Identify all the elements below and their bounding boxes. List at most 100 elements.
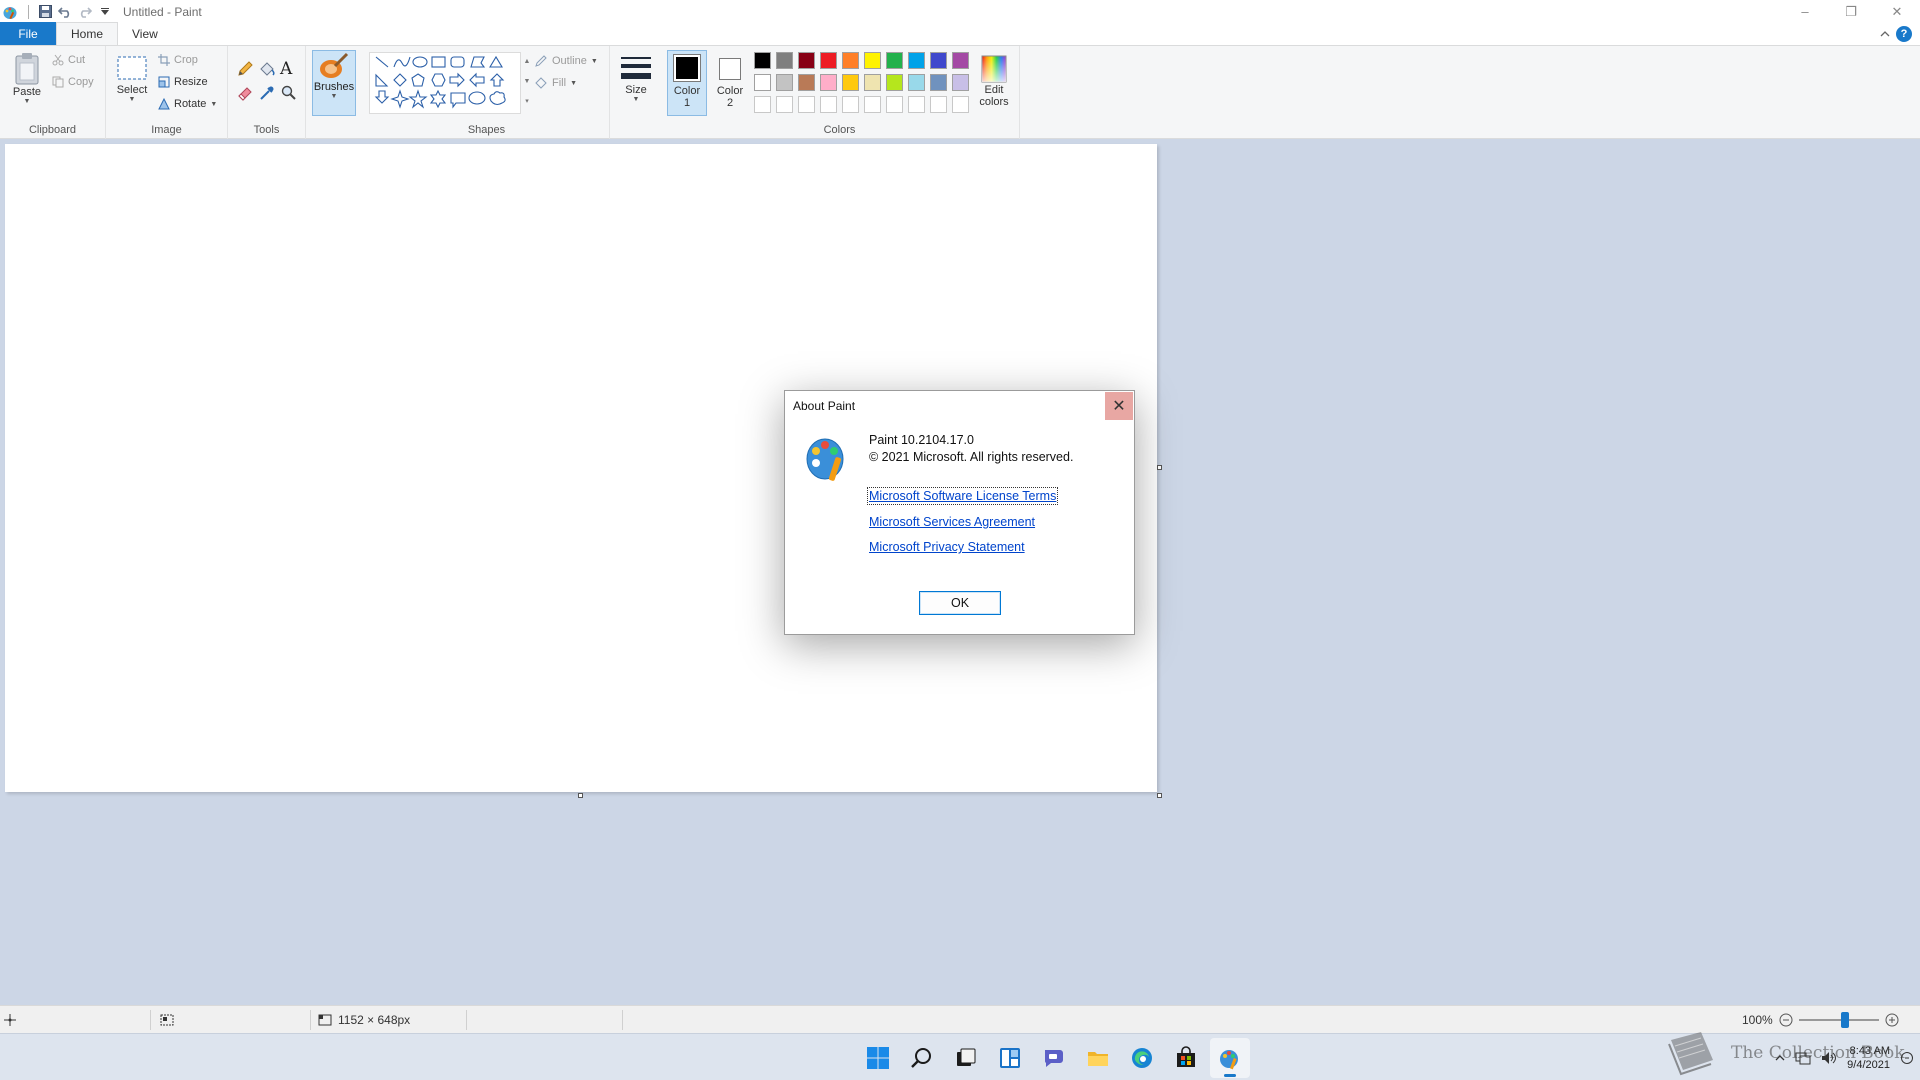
help-icon[interactable]: ? (1896, 26, 1912, 42)
color-swatch[interactable] (754, 74, 771, 91)
color-swatch[interactable] (776, 52, 793, 69)
color1-button[interactable]: Color 1 (667, 50, 707, 116)
minimize-button[interactable]: – (1782, 0, 1828, 23)
fill-button[interactable]: Fill ▼ (534, 76, 577, 90)
version-text: Paint 10.2104.17.0 (869, 433, 974, 447)
diamond-shape-icon (393, 73, 407, 87)
color-swatch[interactable] (952, 52, 969, 69)
selection-size (160, 1006, 174, 1034)
color-swatch[interactable] (886, 74, 903, 91)
color-swatch[interactable] (908, 52, 925, 69)
resize-handle-corner[interactable] (1157, 793, 1162, 798)
pencil-tool[interactable] (236, 60, 256, 80)
privacy-statement-link[interactable]: Microsoft Privacy Statement (869, 540, 1025, 554)
zoom-slider-thumb[interactable] (1840, 1012, 1849, 1028)
color-swatch[interactable] (864, 74, 881, 91)
edit-colors-label-line1: Edit (984, 84, 1004, 96)
color-swatch[interactable] (842, 96, 859, 113)
title-bar: Untitled - Paint – ❐ ✕ (0, 0, 1920, 23)
zoom-out-icon[interactable] (1779, 1013, 1793, 1027)
color-swatch[interactable] (798, 74, 815, 91)
services-agreement-link[interactable]: Microsoft Services Agreement (869, 515, 1035, 529)
paint-taskbar-button[interactable] (1210, 1038, 1250, 1078)
rotate-button[interactable]: Rotate ▼ (158, 98, 217, 110)
select-button[interactable]: Select ▼ (114, 54, 150, 103)
shapes-gallery-scroll[interactable]: ▲ ▼ ▾ (522, 52, 532, 114)
color-swatch[interactable] (908, 74, 925, 91)
brushes-button[interactable]: Brushes ▼ (312, 50, 356, 116)
edit-colors-button[interactable]: Edit colors (974, 54, 1014, 108)
fill-tool[interactable] (258, 60, 278, 80)
color-swatch[interactable] (908, 96, 925, 113)
color-swatch[interactable] (930, 74, 947, 91)
resize-handle-right[interactable] (1157, 465, 1162, 470)
collapse-ribbon-icon[interactable] (1880, 29, 1890, 39)
outline-button[interactable]: Outline ▼ (534, 54, 598, 68)
rounded-rectangle-shape-icon (450, 56, 465, 68)
undo-button[interactable] (55, 3, 75, 21)
copyright-text: © 2021 Microsoft. All rights reserved. (869, 450, 1074, 464)
task-view-icon (957, 1048, 976, 1066)
close-window-button[interactable]: ✕ (1874, 0, 1920, 23)
paste-label: Paste (12, 86, 42, 98)
restore-button[interactable]: ❐ (1828, 0, 1874, 23)
file-explorer-button[interactable] (1078, 1038, 1118, 1078)
search-button[interactable] (902, 1038, 942, 1078)
color-swatch[interactable] (820, 96, 837, 113)
edge-button[interactable] (1122, 1038, 1162, 1078)
color-swatch[interactable] (886, 52, 903, 69)
dialog-close-button[interactable]: ✕ (1105, 392, 1133, 420)
customize-qat-button[interactable] (95, 3, 115, 21)
zoom-slider[interactable] (1798, 1012, 1879, 1028)
close-icon: ✕ (1112, 398, 1126, 415)
tab-file[interactable]: File (0, 22, 56, 45)
color-swatch[interactable] (820, 52, 837, 69)
resize-button[interactable]: Resize (158, 76, 208, 88)
color-swatch[interactable] (864, 96, 881, 113)
shapes-gallery[interactable] (369, 52, 521, 114)
color2-label-line1: Color (716, 85, 744, 97)
license-terms-link[interactable]: Microsoft Software License Terms (866, 487, 1059, 505)
color-picker-tool[interactable] (258, 84, 278, 104)
color-swatch[interactable] (930, 96, 947, 113)
tab-view[interactable]: View (118, 22, 172, 45)
qat-separator (28, 4, 29, 19)
chat-button[interactable] (1034, 1038, 1074, 1078)
ok-button[interactable]: OK (919, 591, 1001, 615)
size-button[interactable]: Size ▼ (615, 54, 657, 103)
color-swatch[interactable] (952, 96, 969, 113)
edge-icon (1132, 1048, 1152, 1068)
color-swatch[interactable] (776, 74, 793, 91)
store-button[interactable] (1166, 1038, 1206, 1078)
color2-button[interactable]: Color 2 (712, 54, 748, 109)
crop-button[interactable]: Crop (158, 54, 198, 66)
cut-button[interactable]: Cut (52, 54, 85, 66)
color-swatch[interactable] (842, 52, 859, 69)
color-swatch[interactable] (864, 52, 881, 69)
magnifier-tool[interactable] (280, 84, 300, 104)
color-swatch[interactable] (754, 96, 771, 113)
resize-handle-bottom[interactable] (578, 793, 583, 798)
eraser-tool[interactable] (236, 84, 256, 104)
brushes-label: Brushes (313, 81, 355, 93)
save-button[interactable] (35, 3, 55, 21)
widgets-button[interactable] (990, 1038, 1030, 1078)
tab-home[interactable]: Home (56, 22, 119, 45)
paint-app-icon[interactable] (2, 4, 18, 20)
paste-button[interactable]: Paste ▼ (10, 52, 44, 105)
color-swatch[interactable] (930, 52, 947, 69)
redo-button[interactable] (75, 3, 95, 21)
color-swatch[interactable] (776, 96, 793, 113)
color-swatch[interactable] (842, 74, 859, 91)
start-button[interactable] (858, 1038, 898, 1078)
color-swatch[interactable] (798, 52, 815, 69)
task-view-button[interactable] (946, 1038, 986, 1078)
copy-button[interactable]: Copy (52, 76, 94, 88)
zoom-in-icon[interactable] (1885, 1013, 1899, 1027)
color-swatch[interactable] (754, 52, 771, 69)
color-swatch[interactable] (798, 96, 815, 113)
color-swatch[interactable] (820, 74, 837, 91)
color-swatch[interactable] (952, 74, 969, 91)
text-tool[interactable]: A (280, 59, 300, 79)
color-swatch[interactable] (886, 96, 903, 113)
